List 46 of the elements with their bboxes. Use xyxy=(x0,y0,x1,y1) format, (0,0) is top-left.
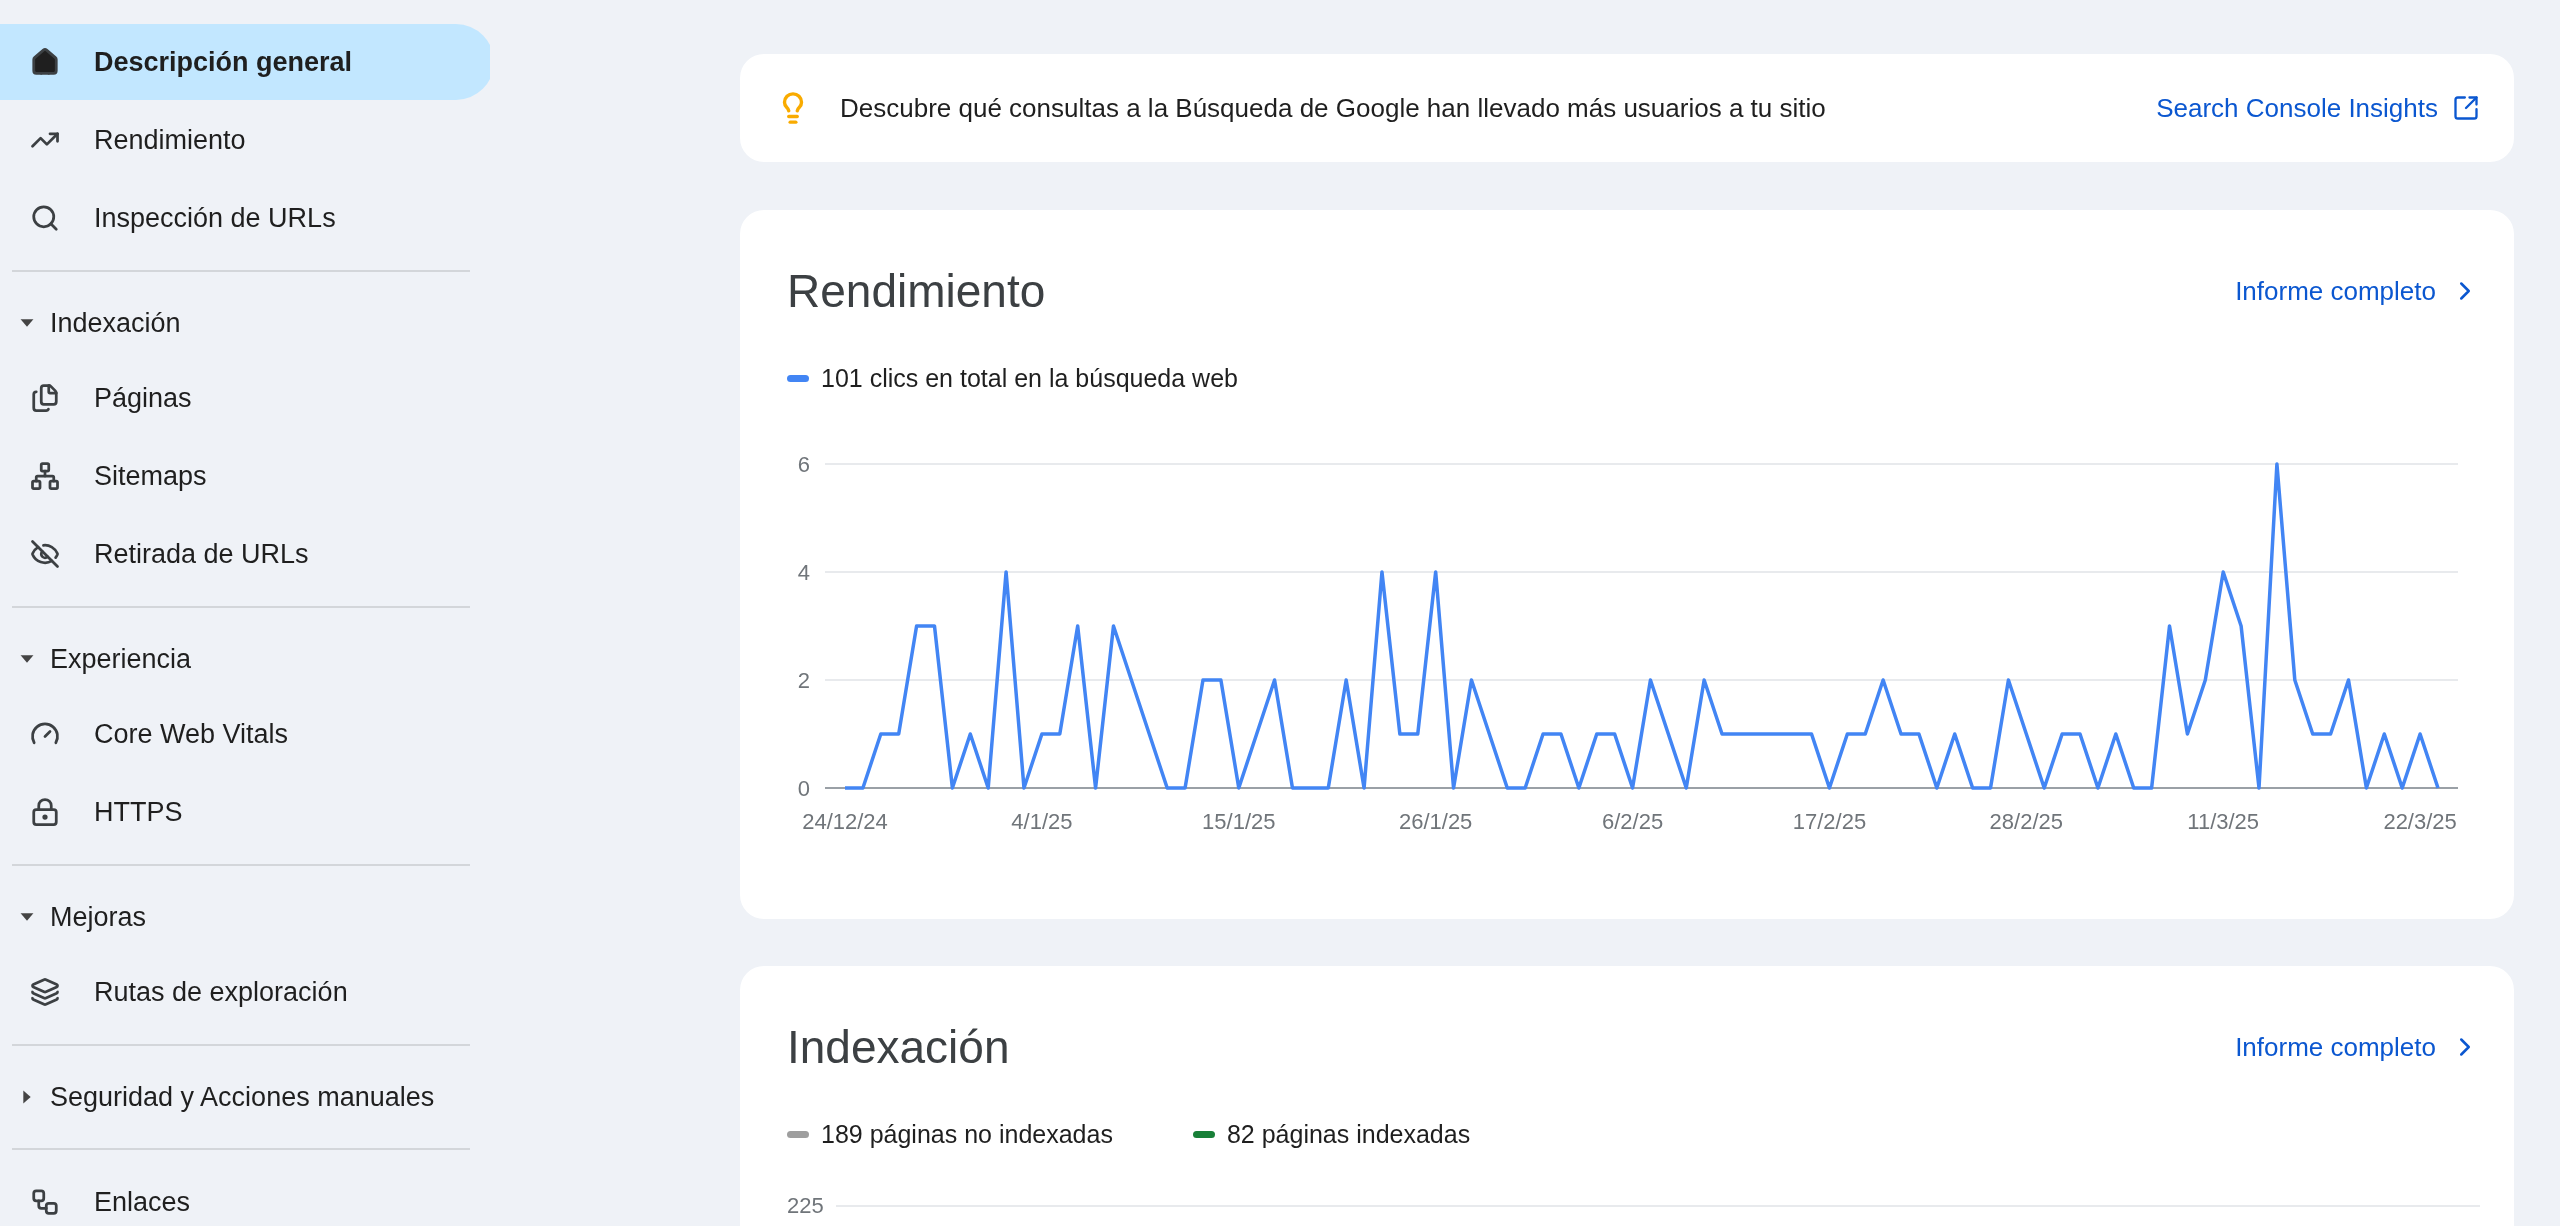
eye-off-icon xyxy=(30,539,60,569)
sidebar-item[interactable]: Retirada de URLs xyxy=(0,516,490,592)
sidebar-item[interactable]: Rendimiento xyxy=(0,102,490,178)
sidebar-item[interactable]: Rutas de exploración xyxy=(0,954,490,1030)
sitemap-icon xyxy=(30,461,60,491)
x-axis-label: 6/2/25 xyxy=(1601,809,1664,834)
insight-text: Descubre qué consultas a la Búsqueda de Google han llevado más usuarios a tu sitio xyxy=(840,92,1827,124)
x-axis-label: 26/1/25 xyxy=(1398,809,1473,834)
pages-icon xyxy=(30,383,60,413)
sidebar-item[interactable]: Inspección de URLs xyxy=(0,180,490,256)
legend-label: 101 clics en total en la búsqueda web xyxy=(821,364,1238,393)
legend-label: 189 páginas no indexadas xyxy=(821,1120,1113,1149)
sidebar-item[interactable]: Descripción general xyxy=(0,24,490,100)
sidebar-item[interactable]: Core Web Vitals xyxy=(0,696,490,772)
x-axis-label: 17/2/25 xyxy=(1792,809,1867,834)
home-icon xyxy=(30,47,60,77)
legend-label: 82 páginas indexadas xyxy=(1226,1120,1471,1149)
y-axis-label: 225 xyxy=(787,1193,824,1219)
card-title: Rendimiento xyxy=(787,264,1046,318)
y-axis-label: 2 xyxy=(797,668,810,693)
sidebar-item[interactable]: Enlaces xyxy=(0,1164,490,1226)
card-title: Indexación xyxy=(787,1020,1010,1074)
y-axis-label: 0 xyxy=(797,776,810,801)
layers-icon xyxy=(30,977,60,1007)
y-axis-label: 6 xyxy=(797,452,810,477)
sidebar-item[interactable]: HTTPS xyxy=(0,774,490,850)
x-axis-label: 22/3/25 xyxy=(2383,809,2457,834)
x-axis-label: 4/1/25 xyxy=(1011,809,1073,834)
sidebar-section[interactable]: Experiencia xyxy=(0,622,490,696)
y-axis-label: 4 xyxy=(797,560,810,585)
full-report-link[interactable]: Informe completo xyxy=(2235,1031,2480,1063)
full-report-link[interactable]: Informe completo xyxy=(2235,275,2480,307)
search-icon xyxy=(30,203,60,233)
x-axis-label: 28/2/25 xyxy=(1989,809,2064,834)
sidebar-item[interactable]: Páginas xyxy=(0,360,490,436)
insights-link[interactable]: Search Console Insights xyxy=(2156,92,2480,124)
external-link-icon xyxy=(2452,94,2480,122)
sidebar-section[interactable]: Indexación xyxy=(0,286,490,360)
sidebar-section[interactable]: Seguridad y Acciones manuales xyxy=(0,1060,490,1134)
sidebar-item[interactable]: Sitemaps xyxy=(0,438,490,514)
x-axis-label: 24/12/24 xyxy=(802,809,888,834)
sidebar-section[interactable]: Mejoras xyxy=(0,880,490,954)
network-icon xyxy=(30,1187,60,1217)
lock-icon xyxy=(30,797,60,827)
x-axis-label: 11/3/25 xyxy=(2187,809,2260,834)
x-axis-label: 15/1/25 xyxy=(1202,809,1276,834)
